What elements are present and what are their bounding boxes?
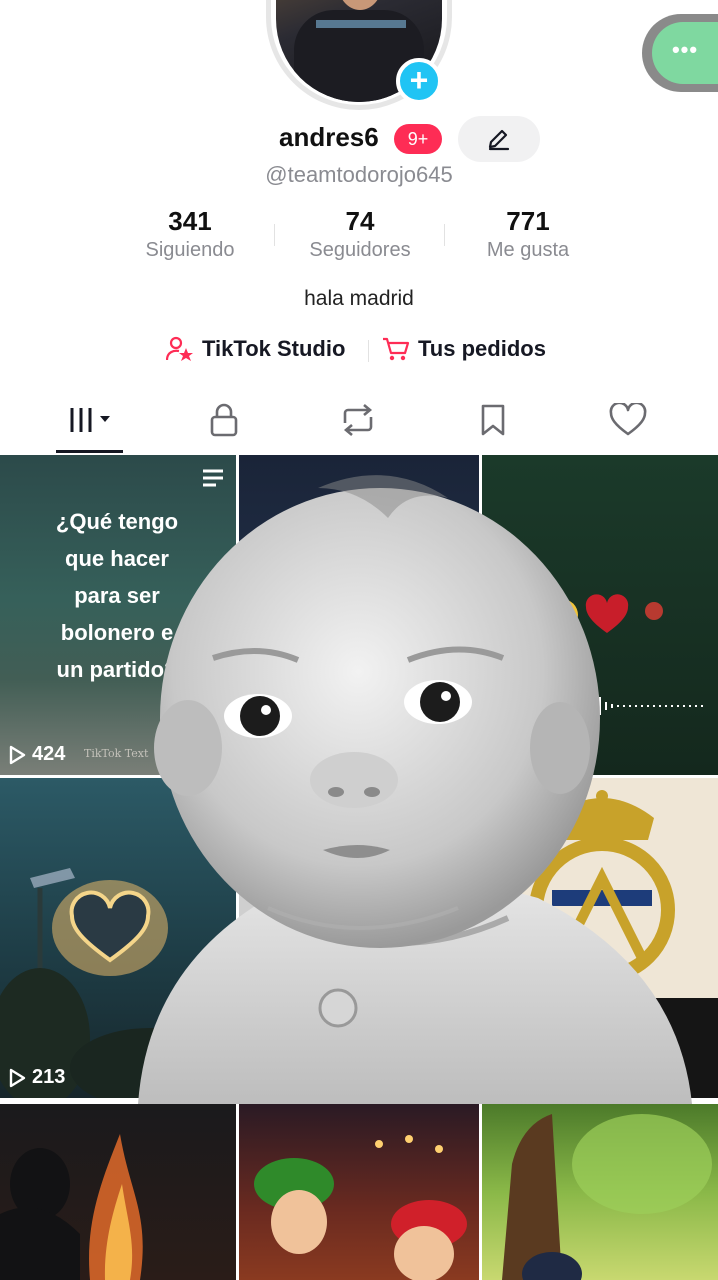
profile-bio: hala madrid [304, 287, 414, 310]
video-thumbnail[interactable] [239, 1104, 479, 1280]
stat-following[interactable]: 341 Siguiendo [105, 206, 275, 262]
stat-likes-value: 771 [506, 206, 550, 236]
play-icon [9, 745, 26, 764]
more-options-button[interactable]: ••• [652, 22, 718, 84]
view-count: 424 [8, 743, 65, 766]
heart-icon [609, 403, 647, 436]
orders-label: Tus pedidos [418, 336, 546, 361]
stat-followers[interactable]: 74 Seguidores [275, 206, 445, 262]
tab-favorites[interactable] [453, 398, 533, 442]
view-count-value: 213 [32, 1066, 66, 1088]
stat-likes[interactable]: 771 Me gusta [443, 206, 613, 262]
baby-sticker-overlay [118, 448, 692, 1104]
username: andres6 [279, 122, 379, 152]
tab-videos[interactable] [50, 398, 130, 442]
video-thumbnail[interactable] [0, 1104, 236, 1280]
tiktok-studio-label: TikTok Studio [202, 336, 346, 361]
view-count-value: 424 [32, 743, 66, 765]
cart-icon [383, 337, 410, 361]
stat-likes-label: Me gusta [486, 239, 570, 261]
edit-profile-button[interactable] [458, 116, 540, 162]
tab-reposts[interactable] [318, 398, 398, 442]
tab-liked[interactable] [588, 398, 668, 442]
tiktok-studio-link[interactable]: TikTok Studio [166, 336, 345, 362]
lock-icon [210, 403, 238, 437]
profile-handle: @teamtodorojo645 [265, 162, 453, 187]
fire-silhouette-image [0, 1134, 143, 1280]
tab-private[interactable] [184, 398, 264, 442]
notification-badge[interactable]: 9+ [394, 124, 442, 154]
tree-anime-image [502, 1114, 712, 1280]
stat-followers-label: Seguidores [309, 239, 411, 261]
view-count: 213 [8, 1066, 65, 1089]
studio-person-star-icon [166, 336, 193, 361]
play-icon [9, 1068, 26, 1087]
add-story-icon[interactable]: + [396, 58, 442, 104]
orders-link[interactable]: Tus pedidos [382, 336, 546, 362]
stat-following-value: 341 [168, 206, 212, 236]
bookmark-icon [481, 404, 505, 436]
link-divider [368, 340, 369, 362]
stat-following-label: Siguiendo [145, 239, 235, 261]
stat-followers-value: 74 [345, 206, 375, 236]
video-thumbnail[interactable] [482, 1104, 718, 1280]
mario-luigi-image [254, 1135, 467, 1280]
grid-bars-icon [70, 408, 110, 432]
pencil-icon [488, 129, 510, 151]
repost-icon [343, 404, 373, 436]
active-tab-indicator [56, 450, 123, 453]
